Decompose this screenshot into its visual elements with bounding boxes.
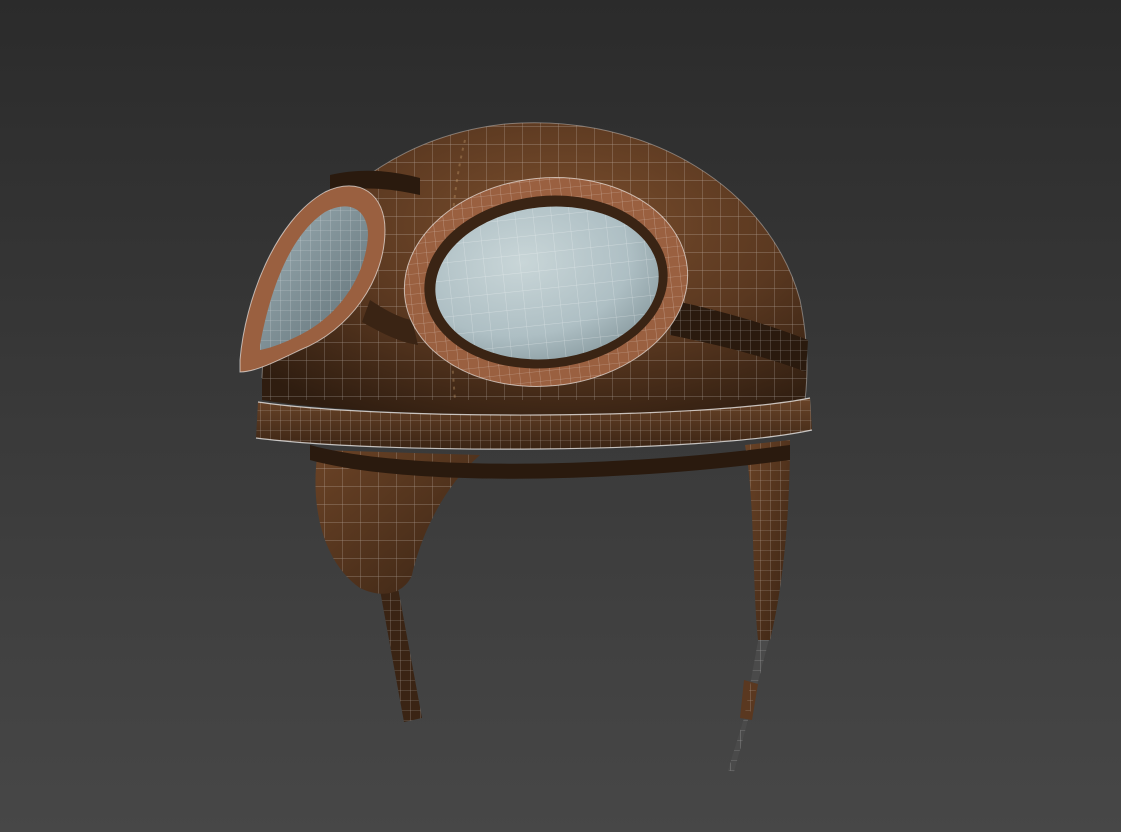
scene-canvas: [239, 122, 813, 772]
left-chin-strap: [380, 588, 422, 722]
right-chin-strap: [728, 628, 772, 772]
right-ear-flap: [745, 440, 790, 640]
3d-viewport[interactable]: [0, 0, 1121, 832]
